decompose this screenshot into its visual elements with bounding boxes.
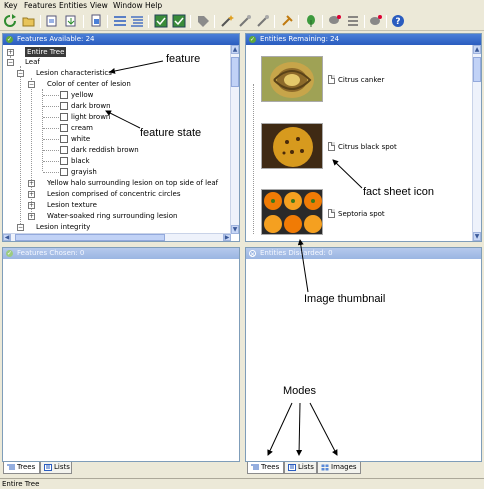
annotation-feature: feature — [166, 53, 201, 65]
annotation-arrows — [105, 60, 363, 456]
annotation-feature-state: feature state — [140, 127, 202, 139]
annotation-modes: Modes — [283, 385, 317, 397]
annotation-image-thumbnail: Image thumbnail — [304, 293, 386, 305]
annotation-fact-sheet-icon: fact sheet icon — [363, 186, 434, 198]
